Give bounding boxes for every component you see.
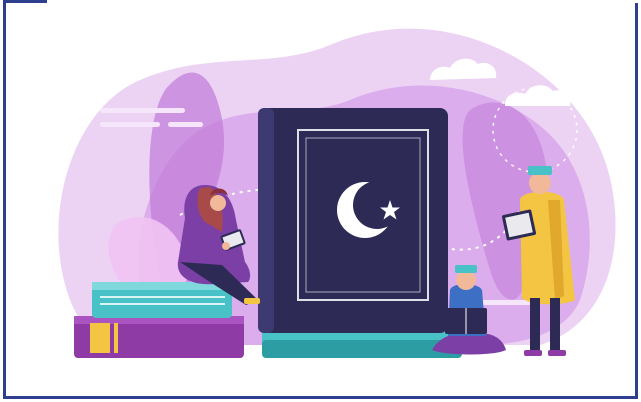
islam-reading-illustration [58, 28, 616, 358]
illustration-frame [0, 0, 641, 402]
book-stack [74, 282, 244, 358]
quran-book [258, 108, 462, 358]
